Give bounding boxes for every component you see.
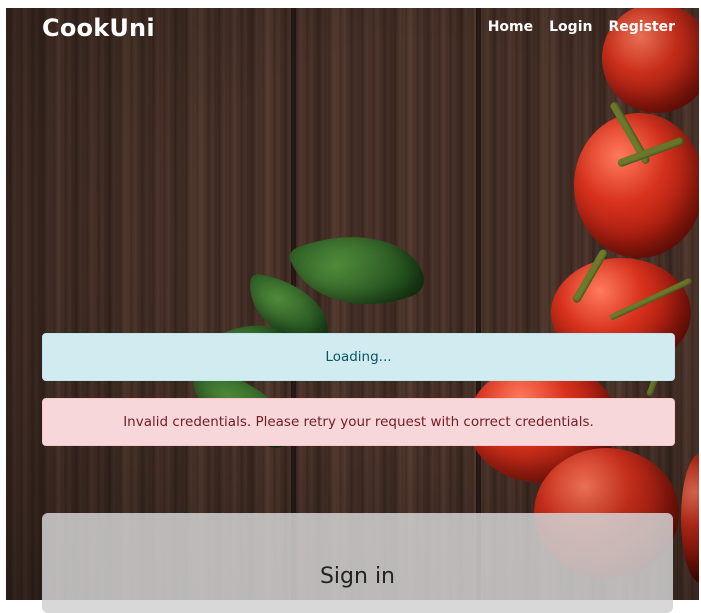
error-alert: Invalid credentials. Please retry your r… [42, 398, 675, 446]
nav-links: Home Login Register [488, 19, 675, 35]
nav-login-link[interactable]: Login [549, 19, 592, 35]
nav-register-link[interactable]: Register [608, 19, 675, 35]
sign-in-form: Sign in [42, 513, 673, 613]
vignette [6, 8, 699, 600]
brand-logo[interactable]: CookUni [42, 14, 155, 42]
nav-home-link[interactable]: Home [488, 19, 533, 35]
sign-in-title: Sign in [319, 564, 396, 589]
loading-alert: Loading... [42, 333, 675, 381]
background-image [6, 8, 699, 600]
